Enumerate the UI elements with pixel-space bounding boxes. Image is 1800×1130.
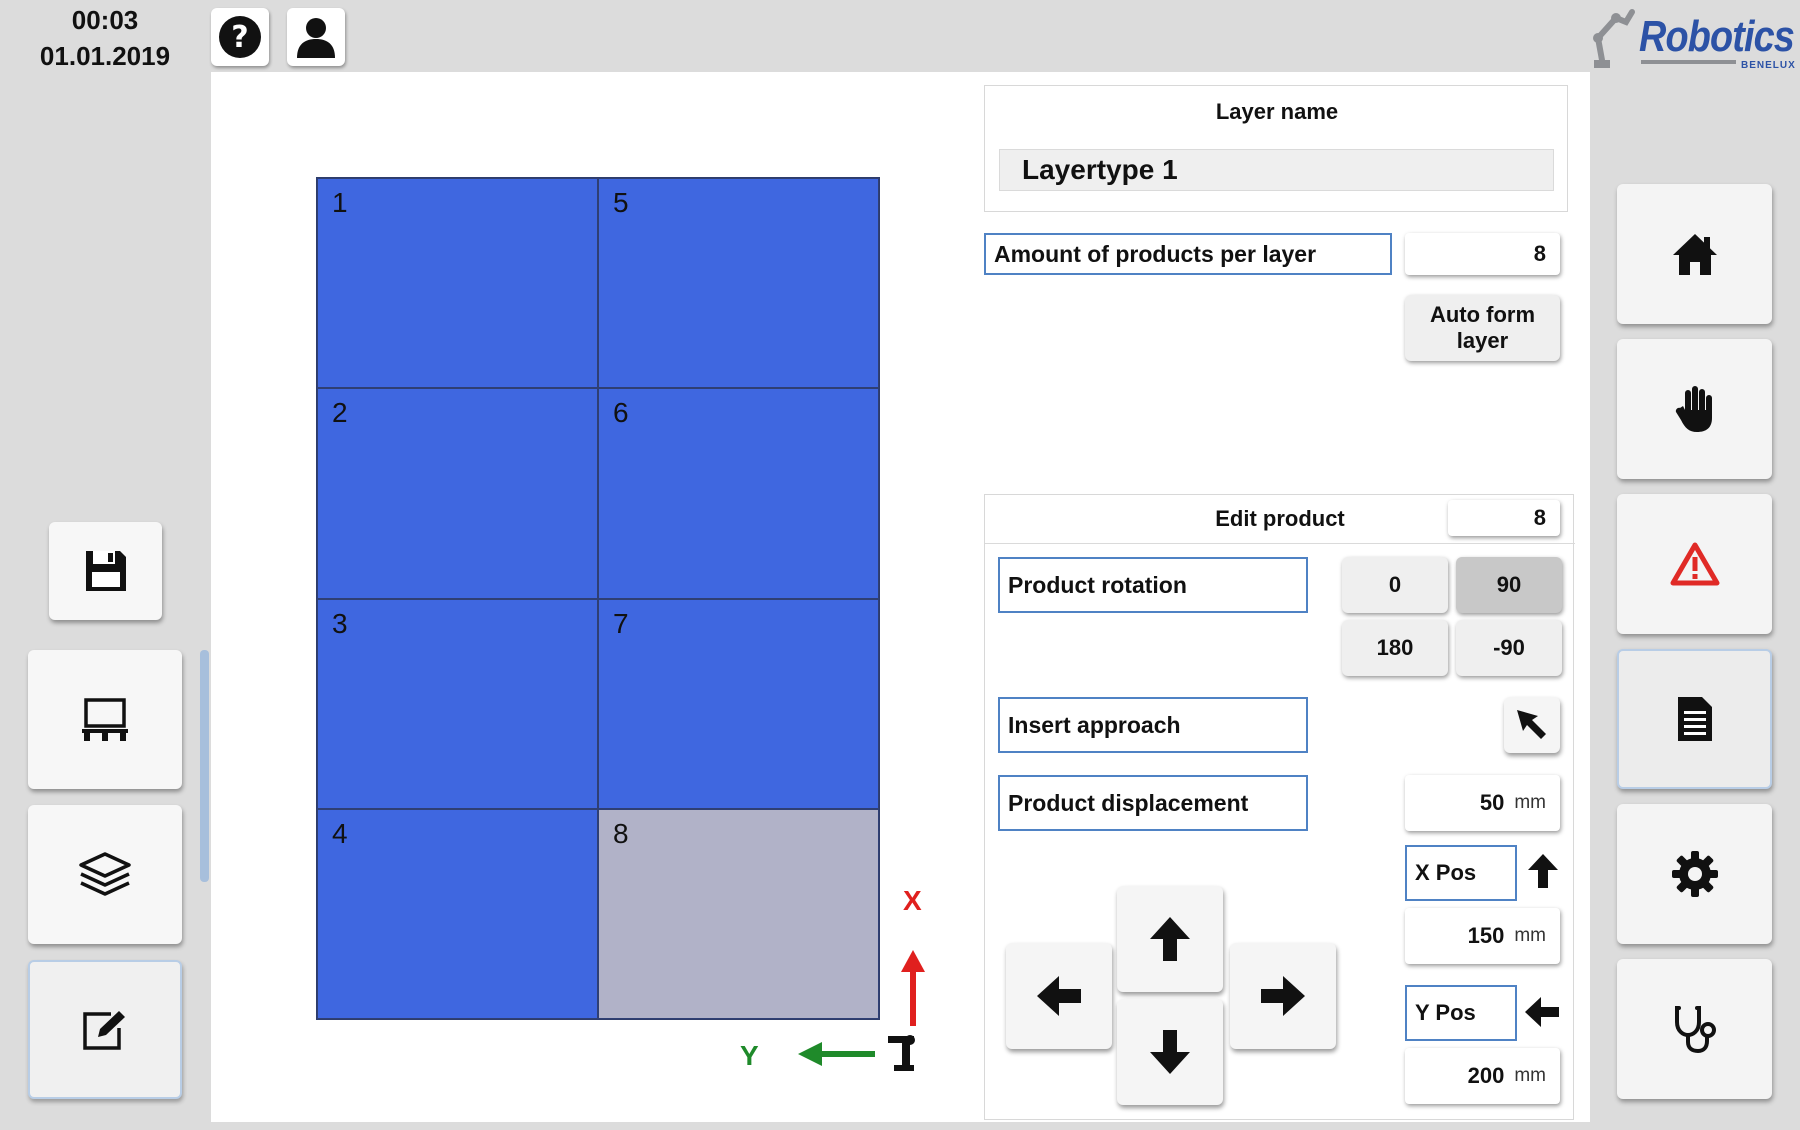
y-pos-unit: mm	[1514, 1065, 1546, 1086]
product-cell-6[interactable]: 6	[598, 388, 879, 599]
help-button[interactable]: ?	[211, 8, 269, 66]
insert-approach-button[interactable]	[1504, 697, 1560, 753]
edit-layer-button[interactable]	[28, 960, 182, 1099]
product-cell-3[interactable]: 3	[317, 598, 598, 809]
home-icon	[1672, 234, 1717, 275]
auto-form-layer-button[interactable]: Auto form layer	[1405, 295, 1560, 361]
y-pos-value: 200	[1467, 1063, 1505, 1088]
layers-icon	[79, 851, 131, 896]
stethoscope-icon	[1674, 1006, 1716, 1054]
product-cell-label: 2	[332, 397, 348, 429]
gear-icon	[1671, 851, 1718, 897]
arrow-down-icon	[1150, 1030, 1190, 1074]
save-button[interactable]	[49, 522, 162, 620]
product-cell-label: 8	[613, 817, 629, 849]
edit-product-number-field[interactable]: 8	[1448, 500, 1560, 536]
arrow-up-left-icon	[1517, 710, 1546, 739]
layers-button[interactable]	[28, 805, 182, 944]
sidebar-scrollbar[interactable]	[200, 650, 209, 882]
rotation-90-button[interactable]: 90	[1456, 557, 1562, 613]
product-cell-label: 3	[332, 607, 348, 639]
x-pos-unit: mm	[1514, 925, 1546, 946]
logo-subtext: BENELUX	[1741, 60, 1796, 71]
logo-bar	[1641, 60, 1736, 64]
nav-recipes-button[interactable]	[1617, 649, 1772, 789]
hand-icon	[1675, 386, 1712, 432]
robot-origin-icon	[888, 1035, 915, 1071]
warning-icon	[1670, 542, 1719, 586]
move-right-button[interactable]	[1230, 943, 1336, 1049]
product-cell-label: 4	[332, 817, 348, 849]
nav-settings-button[interactable]	[1617, 804, 1772, 944]
edit-icon	[83, 1010, 125, 1050]
product-cell-2[interactable]: 2	[317, 388, 598, 599]
insert-approach-label: Insert approach	[998, 697, 1308, 753]
product-cell-5[interactable]: 5	[598, 178, 879, 389]
arrow-up-icon	[1150, 917, 1190, 961]
rotation-minus90-button[interactable]: -90	[1456, 620, 1562, 676]
layer-name-field[interactable]: Layertype 1	[999, 149, 1554, 191]
robot-arm-logo-icon	[1593, 9, 1635, 68]
user-button[interactable]	[287, 8, 345, 66]
product-rotation-label: Product rotation	[998, 557, 1308, 613]
y-pos-field[interactable]: 200 mm	[1405, 1048, 1560, 1104]
x-pos-field[interactable]: 150 mm	[1405, 908, 1560, 964]
document-icon	[1677, 697, 1712, 741]
layer-name-label: Layer name	[1215, 99, 1339, 124]
pallet-icon	[82, 697, 128, 741]
axis-indicator	[798, 950, 925, 1071]
nav-home-button[interactable]	[1617, 184, 1772, 324]
nav-manual-button[interactable]	[1617, 339, 1772, 479]
user-icon	[297, 18, 335, 58]
product-cell-1[interactable]: 1	[317, 178, 598, 389]
move-up-button[interactable]	[1117, 886, 1223, 992]
x-axis-label: X	[903, 885, 922, 916]
x-pos-value: 150	[1467, 923, 1505, 948]
move-left-button[interactable]	[1006, 943, 1112, 1049]
save-icon	[85, 551, 126, 591]
product-displacement-field[interactable]: 50 mm	[1405, 775, 1560, 831]
logo-text: Robotics	[1639, 12, 1795, 61]
product-cell-4[interactable]: 4	[317, 808, 598, 1019]
amount-products-label: Amount of products per layer	[984, 233, 1392, 275]
clock: 00:03 01.01.2019	[20, 2, 190, 74]
help-icon: ?	[219, 16, 261, 58]
arrow-left-icon	[1037, 976, 1081, 1016]
nav-alarms-button[interactable]	[1617, 494, 1772, 634]
displacement-value: 50	[1479, 790, 1505, 815]
clock-date: 01.01.2019	[39, 41, 171, 71]
product-displacement-label: Product displacement	[998, 775, 1308, 831]
svg-text:?: ?	[231, 20, 248, 55]
rotation-0-button[interactable]: 0	[1342, 557, 1448, 613]
arrow-right-icon	[1261, 976, 1305, 1016]
company-logo: Robotics BENELUX	[1586, 2, 1796, 72]
product-cell-label: 6	[613, 397, 629, 429]
amount-products-field[interactable]: 8	[1405, 233, 1560, 275]
y-axis-label: Y	[740, 1040, 759, 1071]
product-cell-label: 7	[613, 607, 629, 639]
product-cell-label: 5	[613, 187, 629, 218]
clock-time: 00:03	[71, 5, 139, 35]
pallet-button[interactable]	[28, 650, 182, 789]
layer-grid: 1 2 3 4 5 6 7 8	[316, 177, 880, 1020]
product-cell-7[interactable]: 7	[598, 598, 879, 809]
x-pos-label: X Pos	[1405, 845, 1517, 901]
product-cell-label: 1	[332, 187, 348, 218]
edit-product-divider	[985, 543, 1575, 544]
nav-diagnostics-button[interactable]	[1617, 959, 1772, 1099]
move-down-button[interactable]	[1117, 999, 1223, 1105]
arrow-up-icon	[1528, 854, 1558, 888]
layer-name-panel: Layer name Layertype 1	[984, 85, 1568, 212]
arrow-left-icon	[1525, 997, 1559, 1027]
rotation-180-button[interactable]: 180	[1342, 620, 1448, 676]
displacement-unit: mm	[1514, 792, 1546, 813]
edit-product-title: Edit product	[1215, 506, 1345, 531]
y-pos-label: Y Pos	[1405, 985, 1517, 1041]
